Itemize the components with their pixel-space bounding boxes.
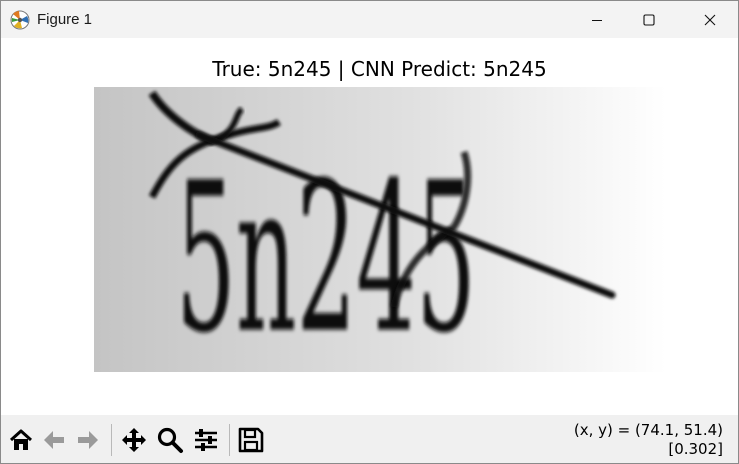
close-button[interactable] [687,1,733,38]
window-title: Figure 1 [37,11,93,28]
figure-canvas[interactable]: True: 5n245 | CNN Predict: 5n245 5n245 [1,38,738,415]
plot-title: True: 5n245 | CNN Predict: 5n245 [212,57,547,81]
maximize-button[interactable] [626,1,672,38]
configure-subplots-icon [195,429,217,451]
toolbar-separator [111,424,112,456]
minimize-icon [592,19,602,21]
configure-subplots-button[interactable] [191,425,221,455]
cursor-coordinates: (x, y) = (74.1, 51.4) [573,421,723,439]
home-button[interactable] [6,425,36,455]
save-icon [238,427,264,453]
maximize-icon [643,13,655,26]
minimize-button[interactable] [574,1,620,38]
forward-arrow-icon [78,431,98,449]
coordinate-readout: (x, y) = (74.1, 51.4) [0.302] [574,421,723,459]
zoom-icon [157,427,183,453]
navigation-toolbar: (x, y) = (74.1, 51.4) [0.302] [1,415,738,463]
title-bar[interactable]: Figure 1 [1,1,738,38]
save-button[interactable] [236,425,266,455]
pixel-value: [0.302] [668,440,723,458]
pan-icon [122,428,146,452]
close-icon [704,14,716,25]
toolbar-separator [229,424,230,456]
back-arrow-icon [44,431,64,449]
matplotlib-logo-icon [10,10,30,30]
back-button[interactable] [39,425,69,455]
forward-button[interactable] [73,425,103,455]
zoom-button[interactable] [155,425,185,455]
figure-window: Figure 1 True: 5n245 | CNN Predict: 5n24… [0,0,739,464]
captcha-text: 5n245 [176,140,476,372]
home-icon [9,429,33,450]
captcha-image: 5n245 [94,87,666,372]
pan-button[interactable] [119,425,149,455]
